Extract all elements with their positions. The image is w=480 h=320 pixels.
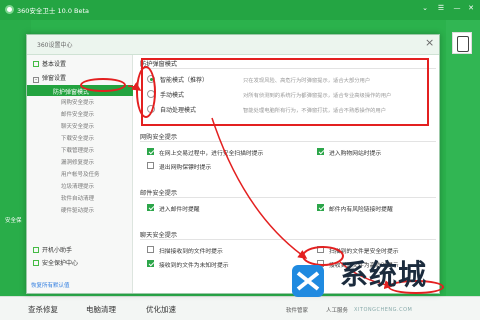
sidebar-item-basic[interactable]: 基本设置 <box>33 59 66 70</box>
checkbox-shopping-scan[interactable] <box>147 148 154 155</box>
dialog-title: 360设置中心 <box>37 42 73 49</box>
watermark-text: 系统城 <box>340 258 428 291</box>
app-version: 10.0 Beta <box>57 7 90 15</box>
shield-icon <box>33 260 39 266</box>
sidebar-item-vuln-fix[interactable]: 漏洞修复提示 <box>61 158 94 169</box>
checkbox-label: 在网上交易过程中，进行安全扫描时提示 <box>159 151 264 157</box>
checkbox-label: 邮件内有风险链接时提醒 <box>329 207 393 213</box>
shield-logo-icon <box>5 5 14 14</box>
watermark: 系统城 XITONGCHENG.COM <box>288 247 478 317</box>
boot-icon <box>33 247 39 253</box>
section-title-mail: 邮件安全提示 <box>140 190 178 197</box>
sidebar-item-download[interactable]: 下载安全提示 <box>61 134 94 145</box>
checkbox-label: 进入购物网站时提示 <box>329 151 382 157</box>
divider <box>140 239 436 240</box>
sidebar-item-protection-center[interactable]: 安全保护中心 <box>33 258 78 269</box>
sidebar-item-popup[interactable]: - 弹窗设置 <box>33 73 66 84</box>
dialog-header: 360设置中心 × <box>27 35 439 55</box>
nav-clean[interactable]: 电脑清理 <box>86 304 116 315</box>
settings-sidebar: 基本设置 - 弹窗设置 防护弹窗模式 网购安全提示 邮件安全提示 聊天安全提示 下… <box>27 55 133 293</box>
sidebar-item-account[interactable]: 用户帐号及任务 <box>61 170 100 181</box>
highlight-box <box>141 58 429 126</box>
checkbox-mail-enter[interactable] <box>147 204 154 211</box>
left-panel-text: 安全保 <box>5 218 22 224</box>
highlight-ellipse <box>136 66 156 118</box>
checkbox-shopping-enter[interactable] <box>317 148 324 155</box>
user-avatar[interactable] <box>452 32 472 54</box>
sidebar-item-mail[interactable]: 邮件安全提示 <box>61 110 94 121</box>
checkbox-chat-scan[interactable] <box>147 246 154 253</box>
highlight-ellipse <box>80 78 126 92</box>
sidebar-item-junk-clean[interactable]: 垃圾清理提示 <box>61 182 94 193</box>
close-icon[interactable]: ✕ <box>466 4 476 12</box>
checkbox-shopping-exit[interactable] <box>147 162 154 169</box>
checkbox-label: 接收到的文件为未知时提示 <box>159 263 229 269</box>
minimize-icon[interactable]: — <box>452 4 462 12</box>
sidebar-item-shopping[interactable]: 网购安全提示 <box>61 98 94 109</box>
checkbox-label: 扫描接收到的文件时提示 <box>159 249 223 255</box>
sidebar-item-auto-clean[interactable]: 软件自动清理 <box>61 194 94 205</box>
checkbox-mail-risk[interactable] <box>317 204 324 211</box>
divider <box>140 141 436 142</box>
restore-defaults-link[interactable]: 恢复所有默认值 <box>31 281 70 289</box>
menu-icon[interactable]: ☰ <box>436 4 446 12</box>
sidebar-item-boot-helper[interactable]: 开机小助手 <box>33 245 72 256</box>
checkbox-label: 退出网购保镖时提示 <box>159 165 212 171</box>
section-title-chat: 聊天安全提示 <box>140 232 178 239</box>
nav-speedup[interactable]: 优化加速 <box>146 304 176 315</box>
close-icon[interactable]: × <box>425 37 434 49</box>
gear-icon <box>33 61 39 67</box>
app-titlebar: 360安全卫士 10.0 Beta ⌄ ☰ — ✕ <box>0 0 480 20</box>
app-title: 360安全卫士 <box>17 7 56 15</box>
chevron-down-icon[interactable]: ⌄ <box>420 4 430 12</box>
watermark-logo-icon <box>292 265 324 297</box>
section-title-shopping: 网购安全提示 <box>140 134 178 141</box>
sidebar-item-hardware[interactable]: 硬件驱动提示 <box>61 206 94 217</box>
sidebar-item-download-manager[interactable]: 下载管理提示 <box>61 146 94 157</box>
divider <box>140 197 436 198</box>
collapse-icon: - <box>33 77 39 83</box>
checkbox-chat-unknown[interactable] <box>147 260 154 267</box>
watermark-url: XITONGCHENG.COM <box>354 307 413 313</box>
sidebar-item-chat[interactable]: 聊天安全提示 <box>61 122 94 133</box>
checkbox-label: 进入邮件时提醒 <box>159 207 200 213</box>
nav-scan-repair[interactable]: 查杀修复 <box>28 304 58 315</box>
